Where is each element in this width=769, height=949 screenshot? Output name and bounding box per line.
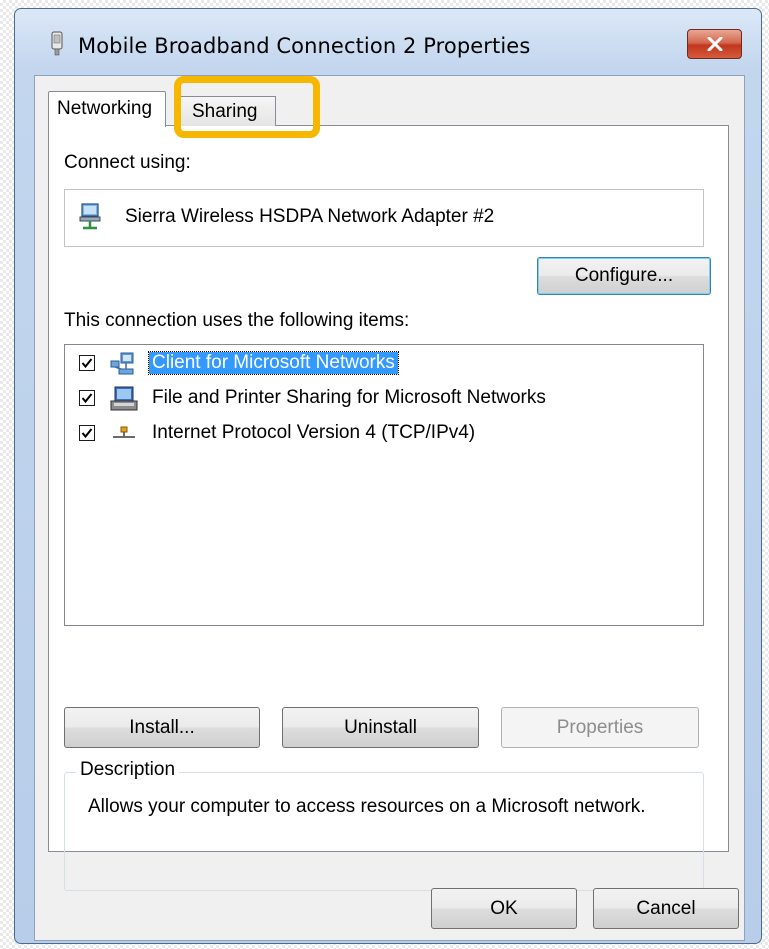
connect-using-label: Connect using: bbox=[64, 152, 191, 173]
adapter-name: Sierra Wireless HSDPA Network Adapter #2 bbox=[125, 206, 495, 227]
checkmark-icon bbox=[81, 428, 93, 439]
properties-button[interactable]: Properties bbox=[501, 707, 699, 748]
checkbox-file-and-printer-sharing[interactable] bbox=[79, 390, 95, 406]
properties-dialog: Mobile Broadband Connection 2 Properties… bbox=[14, 8, 762, 944]
item-label: Client for Microsoft Networks bbox=[148, 351, 399, 375]
network-client-icon bbox=[110, 352, 134, 375]
description-text: Allows your computer to access resources… bbox=[88, 796, 646, 817]
title-bar[interactable]: Mobile Broadband Connection 2 Properties bbox=[15, 9, 761, 75]
sharing-tab-highlight bbox=[174, 76, 320, 138]
checkmark-icon bbox=[81, 358, 93, 369]
install-button[interactable]: Install... bbox=[64, 707, 260, 748]
ok-button[interactable]: OK bbox=[431, 888, 577, 929]
checkbox-ipv4[interactable] bbox=[79, 425, 95, 441]
checkbox-client-for-microsoft-networks[interactable] bbox=[79, 355, 95, 371]
mobile-broadband-icon bbox=[51, 31, 63, 56]
item-label: Internet Protocol Version 4 (TCP/IPv4) bbox=[152, 422, 476, 443]
networking-tab-page: Connect using: Sierra Wireless HSDPA Net… bbox=[48, 125, 729, 891]
uninstall-button[interactable]: Uninstall bbox=[282, 707, 479, 748]
item-label: File and Printer Sharing for Microsoft N… bbox=[152, 387, 546, 408]
description-group: Description Allows your computer to acce… bbox=[64, 759, 704, 891]
dialog-client-area: Networking Sharing Connect using: Sierra… bbox=[34, 75, 745, 941]
close-button[interactable] bbox=[687, 29, 742, 59]
cancel-button[interactable]: Cancel bbox=[593, 888, 739, 929]
protocol-icon bbox=[113, 426, 135, 438]
file-printer-sharing-icon bbox=[110, 386, 138, 411]
tab-networking[interactable]: Networking bbox=[48, 91, 166, 127]
checkmark-icon bbox=[81, 393, 93, 404]
close-icon bbox=[707, 37, 722, 51]
network-adapter-icon bbox=[79, 203, 101, 230]
configure-button[interactable]: Configure... bbox=[537, 257, 711, 295]
window-title: Mobile Broadband Connection 2 Properties bbox=[78, 34, 531, 58]
connection-items-list[interactable]: Client for Microsoft Networks File and P… bbox=[64, 344, 704, 626]
items-label: This connection uses the following items… bbox=[64, 310, 410, 331]
description-legend: Description bbox=[76, 759, 180, 781]
adapter-field: Sierra Wireless HSDPA Network Adapter #2 bbox=[64, 189, 704, 247]
